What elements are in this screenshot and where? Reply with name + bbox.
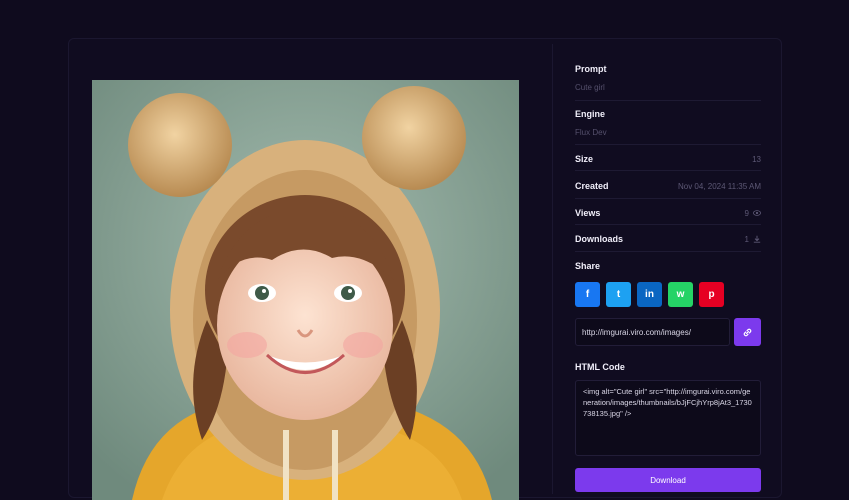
share-url-row: http://imgurai.viro.com/images/ [575, 318, 761, 346]
prompt-label: Prompt [575, 64, 607, 74]
engine-value: Flux Dev [575, 128, 607, 137]
copy-link-button[interactable] [734, 318, 761, 346]
share-pinterest-button[interactable]: p [699, 282, 724, 307]
facebook-icon: f [585, 289, 590, 300]
divider [575, 224, 761, 225]
share-twitter-button[interactable]: t [606, 282, 631, 307]
created-row: Created Nov 04, 2024 11:35 AM [575, 181, 761, 191]
views-stat: 9 [745, 209, 761, 218]
prompt-value: Cute girl [575, 83, 605, 92]
views-row: Views 9 [575, 208, 761, 218]
size-value: 13 [752, 154, 761, 164]
created-label: Created [575, 181, 609, 191]
divider [575, 170, 761, 171]
whatsapp-icon: w [676, 289, 685, 300]
generated-image-illustration [92, 80, 519, 500]
divider [575, 198, 761, 199]
link-icon [743, 328, 752, 336]
image-details-panel: Prompt Cute girl Engine Flux Dev Size 13… [552, 44, 778, 494]
html-code-section: HTML Code <img alt="Cute girl" src="http… [575, 362, 761, 456]
engine-row: Engine Flux Dev [575, 109, 761, 137]
html-code-field[interactable]: <img alt="Cute girl" src="http://imgurai… [575, 380, 761, 456]
views-value: 9 [744, 208, 749, 218]
generated-image[interactable] [92, 80, 519, 500]
engine-label: Engine [575, 109, 606, 119]
share-label: Share [575, 261, 601, 271]
share-section: Share f t in w p [575, 261, 761, 307]
downloads-row: Downloads 1 [575, 234, 761, 244]
divider [575, 251, 761, 252]
share-url-field[interactable]: http://imgurai.viro.com/images/ [575, 318, 731, 346]
created-value: Nov 04, 2024 11:35 AM [677, 181, 761, 191]
downloads-stat: 1 [745, 235, 761, 244]
eye-icon [753, 210, 761, 216]
download-button[interactable]: Download [575, 468, 761, 492]
share-whatsapp-button[interactable]: w [668, 282, 693, 307]
views-label: Views [575, 208, 601, 218]
size-label: Size [575, 154, 594, 164]
share-linkedin-button[interactable]: in [637, 282, 662, 307]
linkedin-icon: in [645, 289, 654, 300]
html-code-label: HTML Code [575, 362, 625, 372]
pinterest-icon: p [708, 289, 715, 300]
divider [575, 144, 761, 145]
twitter-icon: t [616, 289, 621, 300]
downloads-label: Downloads [575, 234, 624, 244]
divider [575, 100, 761, 101]
size-row: Size 13 [575, 154, 761, 164]
share-facebook-button[interactable]: f [575, 282, 600, 307]
prompt-row: Prompt Cute girl [575, 64, 761, 92]
download-icon [753, 235, 761, 243]
downloads-value: 1 [744, 234, 749, 244]
